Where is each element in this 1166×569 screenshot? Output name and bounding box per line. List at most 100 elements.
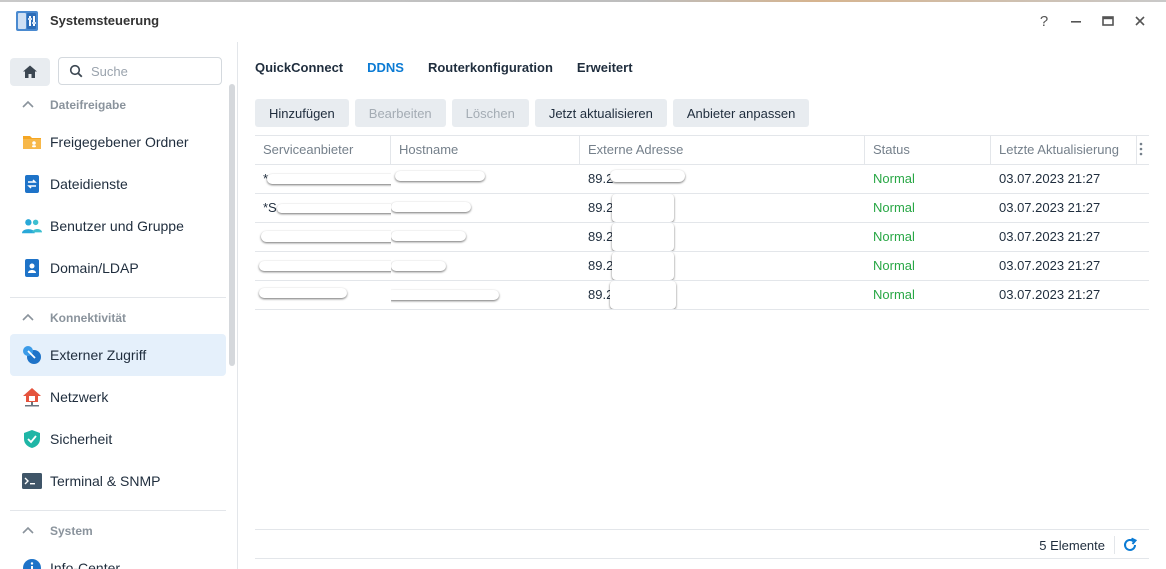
add-button[interactable]: Hinzufügen xyxy=(255,99,349,127)
cell-external-address: 89.2 xyxy=(580,281,865,309)
tab-quickconnect[interactable]: QuickConnect xyxy=(255,60,343,75)
cell-provider xyxy=(255,223,391,251)
sidebar-item-users-groups[interactable]: Benutzer und Gruppe xyxy=(10,205,226,247)
tab-advanced[interactable]: Erweitert xyxy=(577,60,633,75)
close-icon xyxy=(1135,16,1145,26)
edit-button[interactable]: Bearbeiten xyxy=(354,99,446,127)
sidebar-item-label: Terminal & SNMP xyxy=(50,473,161,489)
maximize-icon xyxy=(1102,16,1114,26)
column-menu-icon[interactable] xyxy=(1139,142,1143,158)
network-icon xyxy=(22,387,42,407)
cell-external-address: 89.2 xyxy=(580,194,865,222)
cell-hostname xyxy=(391,165,580,193)
folder-share-icon xyxy=(22,132,42,152)
table-row[interactable]: 89.2 Normal 03.07.2023 21:27 xyxy=(255,281,1149,310)
search-box[interactable] xyxy=(58,57,222,85)
sidebar-item-file-services[interactable]: Dateidienste xyxy=(10,163,226,205)
chevron-up-icon xyxy=(22,312,40,324)
help-button[interactable]: ? xyxy=(1032,9,1056,33)
section-header-system[interactable]: System xyxy=(22,524,93,538)
close-button[interactable] xyxy=(1128,9,1152,33)
cell-last-update: 03.07.2023 21:27 xyxy=(999,171,1101,186)
cell-status: Normal xyxy=(873,258,915,273)
cell-external-address: 89.2 xyxy=(580,252,865,280)
cell-last-update: 03.07.2023 21:27 xyxy=(999,200,1101,215)
cell-last-update: 03.07.2023 21:27 xyxy=(999,229,1101,244)
sidebar-item-network[interactable]: Netzwerk xyxy=(10,376,226,418)
cell-hostname xyxy=(391,281,580,309)
sidebar-item-label: Info-Center xyxy=(50,560,121,569)
search-icon xyxy=(69,64,83,78)
cell-hostname xyxy=(391,252,580,280)
info-icon xyxy=(22,558,42,569)
table-row[interactable]: *S 89.2 Normal 03.07.2023 21:27 xyxy=(255,194,1149,223)
customize-provider-button[interactable]: Anbieter anpassen xyxy=(672,99,810,127)
column-header-status[interactable]: Status xyxy=(865,136,991,164)
file-services-icon xyxy=(22,174,42,194)
sidebar-item-domain-ldap[interactable]: Domain/LDAP xyxy=(10,247,226,289)
cell-status: Normal xyxy=(873,229,915,244)
sidebar-item-terminal-snmp[interactable]: Terminal & SNMP xyxy=(10,460,226,502)
ddns-table: Serviceanbieter Hostname Externe Adresse… xyxy=(255,135,1149,310)
cell-last-update: 03.07.2023 21:27 xyxy=(999,258,1101,273)
cell-provider xyxy=(255,252,391,280)
table-footer: 5 Elemente xyxy=(255,529,1149,559)
sidebar-item-info-center[interactable]: Info-Center xyxy=(10,547,226,569)
delete-button[interactable]: Löschen xyxy=(451,99,529,127)
external-access-icon xyxy=(22,345,42,365)
redaction-mark xyxy=(610,281,676,309)
section-header-connectivity[interactable]: Konnektivität xyxy=(22,311,126,325)
tab-bar: QuickConnect DDNS Routerkonfiguration Er… xyxy=(255,60,657,75)
search-input[interactable] xyxy=(91,63,201,79)
sidebar-item-label: Freigegebener Ordner xyxy=(50,134,189,150)
table-row[interactable]: 89.2 Normal 03.07.2023 21:27 xyxy=(255,252,1149,281)
sidebar: Dateifreigabe Freigegebener Ordner Datei… xyxy=(0,42,238,569)
sidebar-item-security[interactable]: Sicherheit xyxy=(10,418,226,460)
cell-status: Normal xyxy=(873,287,915,302)
toolbar: Hinzufügen Bearbeiten Löschen Jetzt aktu… xyxy=(255,99,815,127)
sidebar-item-label: Sicherheit xyxy=(50,431,113,447)
home-button[interactable] xyxy=(10,58,50,86)
cell-provider: *S xyxy=(255,194,391,222)
table-row[interactable]: * 89.2 Normal 03.07.2023 21:27 xyxy=(255,165,1149,194)
redaction-mark xyxy=(391,261,446,271)
section-header-file-sharing[interactable]: Dateifreigabe xyxy=(22,98,126,112)
redaction-mark xyxy=(277,204,391,213)
control-panel-app-icon xyxy=(16,11,38,31)
refresh-icon[interactable] xyxy=(1121,536,1139,554)
item-count: 5 Elemente xyxy=(1039,538,1105,553)
cell-provider xyxy=(255,281,391,309)
column-header-hostname[interactable]: Hostname xyxy=(391,136,580,164)
redaction-mark xyxy=(612,194,674,222)
table-row[interactable]: 89.2 Normal 03.07.2023 21:27 xyxy=(255,223,1149,252)
terminal-icon xyxy=(22,471,42,491)
column-header-provider[interactable]: Serviceanbieter xyxy=(255,136,391,164)
section-label: Konnektivität xyxy=(50,311,127,325)
update-now-button[interactable]: Jetzt aktualisieren xyxy=(534,99,667,127)
cell-hostname xyxy=(391,223,580,251)
sidebar-item-shared-folder[interactable]: Freigegebener Ordner xyxy=(10,121,226,163)
sidebar-item-external-access[interactable]: Externer Zugriff xyxy=(10,334,226,376)
cell-provider: * xyxy=(255,165,391,193)
security-shield-icon xyxy=(22,429,42,449)
redaction-mark xyxy=(261,231,391,242)
cell-external-address: 89.2 xyxy=(580,223,865,251)
maximize-button[interactable] xyxy=(1096,9,1120,33)
chevron-up-icon xyxy=(22,525,40,537)
tab-router-configuration[interactable]: Routerkonfiguration xyxy=(428,60,553,75)
cell-status: Normal xyxy=(873,171,915,186)
redaction-mark xyxy=(391,290,499,300)
table-header: Serviceanbieter Hostname Externe Adresse… xyxy=(255,135,1149,165)
redaction-mark xyxy=(259,261,391,271)
tab-ddns[interactable]: DDNS xyxy=(367,60,404,75)
section-divider xyxy=(10,297,226,298)
section-label: Dateifreigabe xyxy=(50,98,127,112)
redaction-mark xyxy=(259,288,347,298)
column-header-last-update[interactable]: Letzte Aktualisierung xyxy=(991,136,1137,164)
sidebar-item-label: Domain/LDAP xyxy=(50,260,139,276)
sidebar-scrollbar[interactable] xyxy=(229,84,235,366)
minimize-icon xyxy=(1071,21,1081,23)
column-header-external-address[interactable]: Externe Adresse xyxy=(580,136,865,164)
minimize-button[interactable] xyxy=(1064,9,1088,33)
domain-ldap-icon xyxy=(22,258,42,278)
